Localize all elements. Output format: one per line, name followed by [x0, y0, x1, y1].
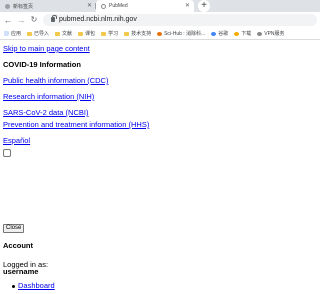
url-text: pubmed.ncbi.nlm.nih.gov: [59, 16, 137, 23]
hhs-link[interactable]: Prevention and treatment information (HH…: [3, 120, 149, 129]
covid-heading: COVID-19 Information: [3, 60, 81, 69]
vpn-icon: [257, 31, 263, 36]
bookmark-study[interactable]: 学习: [101, 30, 118, 37]
ncbi-link[interactable]: SARS-CoV-2 data (NCBI): [3, 108, 88, 117]
folder-icon: [124, 31, 130, 36]
apps-icon: [4, 31, 9, 36]
lock-icon: [51, 15, 57, 22]
bookmark-course[interactable]: 课包: [78, 30, 95, 37]
scihub-icon: [157, 31, 163, 36]
tab-pubmed[interactable]: PubMed ✕: [96, 0, 194, 12]
tab-new-tab[interactable]: 新标签页 ✕: [0, 0, 96, 12]
pubmed-favicon-icon: [101, 3, 106, 9]
tab-title: PubMed: [109, 3, 128, 9]
skip-to-main-link[interactable]: Skip to main page content: [3, 44, 90, 53]
forward-arrow-icon[interactable]: →: [16, 14, 26, 26]
bookmark-scihub[interactable]: Sci-Hub : 消除科...: [157, 30, 205, 37]
new-tab-button[interactable]: +: [198, 0, 210, 12]
address-bar[interactable]: pubmed.ncbi.nlm.nih.gov: [43, 14, 317, 26]
checkbox[interactable]: [3, 149, 11, 157]
close-button[interactable]: Close: [3, 224, 25, 233]
bookmark-download[interactable]: 下载: [234, 30, 251, 37]
page-content: Skip to main page content COVID-19 Infor…: [0, 41, 320, 294]
close-icon[interactable]: ✕: [185, 3, 190, 9]
globe-icon: [211, 31, 217, 36]
folder-icon: [101, 31, 107, 36]
new-tab-page-icon: [5, 3, 10, 9]
list-bullet: [12, 285, 15, 288]
dashboard-link[interactable]: Dashboard: [18, 281, 55, 290]
tab-strip: 新标签页 ✕ PubMed ✕ +: [0, 0, 320, 12]
bookmark-tech-support[interactable]: 技术支持: [124, 30, 151, 37]
nih-link[interactable]: Research information (NIH): [3, 92, 94, 101]
espanol-link[interactable]: Español: [3, 136, 30, 145]
bookmark-google[interactable]: 谷歌: [211, 30, 228, 37]
back-arrow-icon[interactable]: ←: [3, 14, 13, 26]
reload-icon[interactable]: ↻: [29, 14, 39, 26]
browser-toolbar: ← → ↻ pubmed.ncbi.nlm.nih.gov: [0, 12, 320, 28]
cdc-link[interactable]: Public health information (CDC): [3, 76, 108, 85]
folder-icon: [27, 31, 33, 36]
bookmark-literature[interactable]: 文献: [55, 30, 72, 37]
bookmarks-bar: 应用 已导入 文献 课包 学习 技术支持 Sci-Hub : 消除科... 谷歌…: [0, 28, 320, 40]
bookmark-apps[interactable]: 应用: [4, 30, 21, 37]
bookmark-vpn[interactable]: VPN服务: [257, 30, 285, 37]
account-heading: Account: [3, 241, 33, 250]
username: username: [3, 267, 39, 276]
bookmark-imported[interactable]: 已导入: [27, 30, 49, 37]
folder-icon: [78, 31, 84, 36]
q-icon: [234, 31, 240, 36]
folder-icon: [55, 31, 61, 36]
close-icon[interactable]: ✕: [87, 3, 92, 9]
tab-title: 新标签页: [13, 3, 34, 10]
